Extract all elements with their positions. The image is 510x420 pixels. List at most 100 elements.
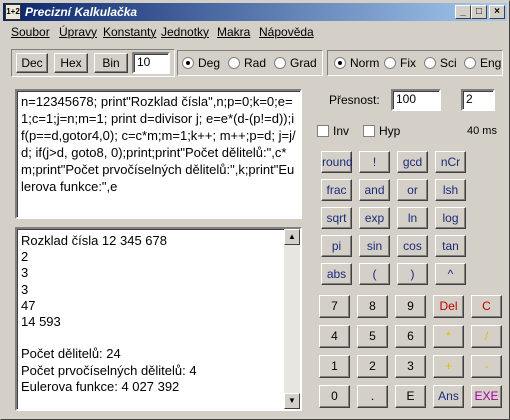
format-eng-radio[interactable]: Eng — [464, 56, 501, 70]
angle-grad-radio[interactable]: Grad — [274, 56, 317, 70]
minus-key[interactable]: - — [471, 355, 502, 378]
title-bar[interactable]: 1+2 Precizní Kalkulačka _ □ × — [3, 3, 507, 21]
precision-label: Přesnost: — [329, 93, 380, 107]
menu-constants[interactable]: Konstanty — [103, 25, 156, 39]
key-4[interactable]: 4 — [319, 325, 350, 348]
menu-units[interactable]: Jednotky — [161, 25, 209, 39]
fn-key-lsh[interactable]: lsh — [435, 179, 466, 201]
menu-macros[interactable]: Makra — [217, 25, 250, 39]
fn-key-cos[interactable]: cos — [397, 235, 428, 257]
calculator-window: 1+2 Precizní Kalkulačka _ □ × Soubor Úpr… — [0, 0, 510, 420]
fn-key-and[interactable]: and — [359, 179, 390, 201]
hyp-label: Hyp — [379, 124, 401, 138]
fn-key-log[interactable]: log — [435, 207, 466, 229]
menu-help[interactable]: Nápověda — [259, 25, 314, 39]
key-0[interactable]: 0 — [319, 385, 350, 408]
scroll-up-icon[interactable]: ▲ — [284, 229, 300, 245]
key-2[interactable]: 2 — [357, 355, 388, 378]
format-norm-label: Norm — [350, 56, 380, 70]
menu-edit[interactable]: Úpravy — [59, 25, 97, 39]
fn-key-tan[interactable]: tan — [435, 235, 466, 257]
fn-key-[interactable]: ) — [397, 263, 428, 285]
key-7[interactable]: 7 — [319, 295, 350, 318]
dec-button[interactable]: Dec — [16, 53, 48, 73]
key-3[interactable]: 3 — [395, 355, 426, 378]
output-line: Počet prvočíselných dělitelů: 4 — [21, 362, 197, 378]
fn-key-sqrt[interactable]: sqrt — [321, 207, 352, 229]
radio-selected-icon — [182, 57, 194, 69]
format-norm-radio[interactable]: Norm — [334, 56, 379, 70]
format-sci-radio[interactable]: Sci — [424, 56, 457, 70]
fn-key-nCr[interactable]: nCr — [435, 151, 466, 173]
format-fix-radio[interactable]: Fix — [384, 56, 416, 70]
window-title: Precizní Kalkulačka — [25, 5, 138, 19]
scroll-down-icon[interactable]: ▼ — [284, 393, 300, 409]
fn-key-exp[interactable]: exp — [359, 207, 390, 229]
key-1[interactable]: 1 — [319, 355, 350, 378]
fn-key-sin[interactable]: sin — [359, 235, 390, 257]
close-button[interactable]: × — [489, 5, 505, 19]
output-panel[interactable]: Rozklad čísla 12 345 678 2 3 3 47 14 593 Počet… — [15, 227, 302, 411]
radio-icon — [424, 57, 436, 69]
format-eng-label: Eng — [480, 56, 502, 70]
checkbox-icon — [363, 125, 375, 137]
fn-key-[interactable]: ^ — [435, 263, 466, 285]
output-line: Eulerova funkce: 4 027 392 — [21, 378, 180, 394]
key-5[interactable]: 5 — [357, 325, 388, 348]
fn-key-abs[interactable]: abs — [321, 263, 352, 285]
inv-checkbox[interactable]: Inv — [317, 124, 349, 138]
angle-deg-label: Deg — [198, 56, 221, 70]
fn-key-[interactable]: ( — [359, 263, 390, 285]
execute-key[interactable]: EXE — [471, 385, 502, 408]
program-editor[interactable]: n=12345678; print"Rozklad čísla",n;p=0;k… — [15, 89, 302, 219]
bin-button[interactable]: Bin — [94, 53, 128, 73]
plus-key[interactable]: + — [433, 355, 464, 378]
fn-key-pi[interactable]: pi — [321, 235, 352, 257]
multiply-key[interactable]: * — [433, 325, 464, 348]
format-fix-label: Fix — [400, 56, 416, 70]
delete-key[interactable]: Del — [433, 295, 464, 318]
output-line: 3 — [21, 265, 29, 281]
fn-key-gcd[interactable]: gcd — [397, 151, 428, 173]
radio-icon — [274, 57, 286, 69]
hyp-checkbox[interactable]: Hyp — [363, 124, 400, 138]
angle-rad-label: Rad — [244, 56, 267, 70]
radio-icon — [464, 57, 476, 69]
decimal-key[interactable]: . — [357, 385, 388, 408]
format-sci-label: Sci — [440, 56, 457, 70]
output-line: 2 — [21, 249, 29, 265]
number-format-group: Norm Fix Sci Eng — [327, 50, 503, 76]
checkbox-icon — [317, 125, 329, 137]
exponent-key[interactable]: E — [395, 385, 426, 408]
precision-digits-input[interactable]: 2 — [461, 89, 495, 111]
angle-mode-group: Deg Rad Grad — [177, 50, 323, 76]
app-icon: 1+2 — [5, 4, 21, 20]
fn-key-ln[interactable]: ln — [397, 207, 428, 229]
menu-file[interactable]: Soubor — [11, 25, 50, 39]
hex-button[interactable]: Hex — [54, 53, 88, 73]
menu-bar: Soubor Úpravy Konstanty Jednotky Makra N… — [3, 23, 507, 41]
radio-icon — [228, 57, 240, 69]
output-line: 47 — [21, 297, 36, 313]
fn-key-[interactable]: ! — [359, 151, 390, 173]
ans-key[interactable]: Ans — [433, 385, 464, 408]
key-9[interactable]: 9 — [395, 295, 426, 318]
output-scrollbar[interactable]: ▲ ▼ — [284, 229, 300, 409]
fn-key-frac[interactable]: frac — [321, 179, 352, 201]
maximize-button[interactable]: □ — [471, 5, 487, 19]
base-input[interactable]: 10 — [132, 52, 170, 74]
fn-key-round[interactable]: round — [321, 151, 353, 173]
angle-deg-radio[interactable]: Deg — [182, 56, 220, 70]
minimize-button[interactable]: _ — [455, 5, 471, 19]
angle-rad-radio[interactable]: Rad — [228, 56, 266, 70]
inv-label: Inv — [333, 124, 350, 138]
precision-input[interactable]: 100 — [391, 89, 441, 111]
key-8[interactable]: 8 — [357, 295, 388, 318]
fn-key-or[interactable]: or — [397, 179, 428, 201]
key-6[interactable]: 6 — [395, 325, 426, 348]
divide-key[interactable]: / — [471, 325, 502, 348]
output-line: 3 — [21, 281, 29, 297]
timing-label: 40 ms — [467, 125, 497, 137]
clear-key[interactable]: C — [471, 295, 502, 318]
